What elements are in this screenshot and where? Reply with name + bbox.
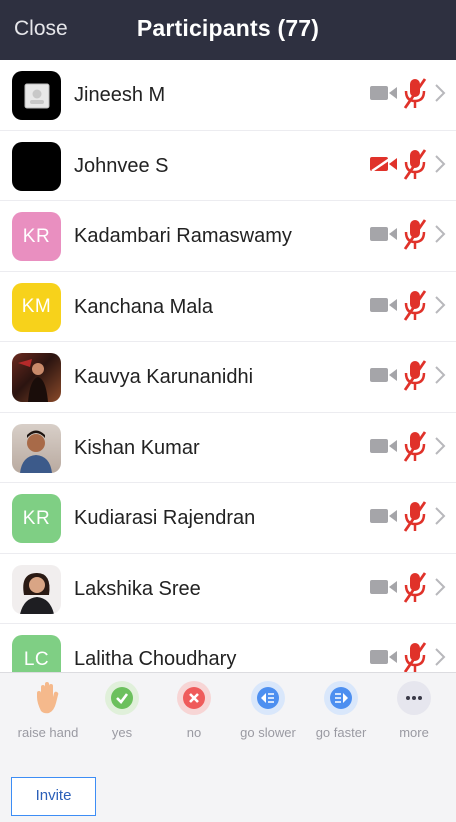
raise-hand-icon-wrap [31, 681, 65, 715]
participant-row[interactable]: LC Lalitha Choudhary [0, 624, 456, 672]
participant-row[interactable]: KR Kudiarasi Rajendran [0, 483, 456, 554]
participant-row[interactable]: Kauvya Karunanidhi [0, 342, 456, 413]
participant-name: Kadambari Ramaswamy [74, 225, 292, 247]
participant-row[interactable]: Jineesh M [0, 60, 456, 131]
video-off-icon[interactable] [370, 579, 398, 595]
participant-row[interactable]: KM Kanchana Mala [0, 272, 456, 342]
mic-muted-icon[interactable] [402, 289, 428, 323]
profile-photo [20, 430, 52, 473]
invite-button[interactable]: Invite [11, 777, 96, 816]
avatar-initials: KR [22, 225, 51, 247]
go-slower-icon [257, 687, 279, 709]
yes-label: yes [111, 725, 133, 740]
raise-hand-icon [37, 682, 59, 714]
raise-hand-label: raise hand [17, 725, 79, 740]
mic-muted-icon[interactable] [402, 359, 428, 393]
profile-photo [18, 359, 48, 402]
video-off-icon[interactable] [370, 85, 398, 101]
no-label: no [186, 725, 202, 740]
participant-name: Lalitha Choudhary [74, 648, 237, 670]
mic-muted-icon[interactable] [402, 148, 428, 182]
avatar [12, 564, 61, 614]
avatar-initials: LC [23, 648, 50, 670]
avatar: KM [12, 282, 61, 332]
more-icon-wrap [397, 681, 431, 715]
participant-name: Kanchana Mala [74, 295, 213, 318]
mic-muted-icon[interactable] [402, 500, 428, 534]
participant-name: Johnvee S [74, 154, 169, 177]
avatar [12, 353, 61, 402]
more-label: more [399, 725, 429, 740]
mic-muted-icon[interactable] [402, 430, 428, 464]
mic-muted-icon[interactable] [402, 571, 428, 605]
chevron-right-icon[interactable] [434, 154, 446, 174]
feedback-toolbar: raise hand yes no go slower go faster mo… [0, 672, 456, 822]
no-button[interactable]: no [158, 681, 230, 740]
check-icon [111, 687, 133, 709]
go-slower-button[interactable]: go slower [232, 681, 304, 740]
go-faster-button[interactable]: go faster [305, 681, 377, 740]
participant-name: Jineesh M [74, 84, 166, 106]
participant-name: Kauvya Karunanidhi [74, 366, 254, 388]
go-slower-icon-wrap [251, 681, 285, 715]
yes-button[interactable]: yes [86, 681, 158, 740]
page-title: Participants (77) [136, 15, 320, 41]
video-off-icon[interactable] [370, 226, 398, 242]
avatar [12, 423, 61, 473]
chevron-right-icon[interactable] [434, 224, 446, 244]
more-icon [406, 696, 422, 700]
mic-muted-icon[interactable] [402, 218, 428, 252]
avatar: KR [12, 494, 61, 543]
participant-row[interactable]: Kishan Kumar [0, 413, 456, 483]
chevron-right-icon[interactable] [434, 506, 446, 526]
avatar: KR [12, 212, 61, 261]
chevron-right-icon[interactable] [434, 577, 446, 597]
go-faster-icon-wrap [324, 681, 358, 715]
video-off-icon[interactable] [370, 649, 398, 665]
raise-hand-button[interactable]: raise hand [12, 681, 84, 740]
go-faster-label: go faster [315, 725, 367, 740]
video-stopped-icon[interactable] [370, 155, 398, 172]
avatar: LC [12, 635, 61, 672]
video-off-icon[interactable] [370, 508, 398, 524]
avatar-initials: KM [21, 296, 52, 317]
mic-muted-icon[interactable] [402, 641, 428, 672]
chevron-right-icon[interactable] [434, 295, 446, 315]
participant-name: Lakshika Sree [74, 577, 201, 600]
image-placeholder-icon [24, 83, 49, 108]
avatar [12, 141, 61, 191]
x-icon [183, 687, 205, 709]
video-off-icon[interactable] [370, 438, 398, 454]
x-icon-wrap [177, 681, 211, 715]
go-faster-icon [330, 687, 352, 709]
mic-muted-icon[interactable] [402, 77, 428, 111]
video-off-icon[interactable] [370, 297, 398, 313]
video-off-icon[interactable] [370, 367, 398, 383]
profile-photo [20, 572, 54, 614]
avatar-initials: KR [22, 507, 51, 529]
chevron-right-icon[interactable] [434, 647, 446, 667]
participant-row[interactable]: Johnvee S [0, 131, 456, 201]
participant-row[interactable]: KR Kadambari Ramaswamy [0, 201, 456, 272]
chevron-right-icon[interactable] [434, 83, 446, 103]
participant-name: Kudiarasi Rajendran [74, 507, 256, 529]
participant-name: Kishan Kumar [74, 436, 200, 459]
participant-list: Jineesh M Johnvee S KR Kadambari Ramaswa… [0, 60, 456, 672]
go-slower-label: go slower [240, 725, 296, 740]
check-icon-wrap [105, 681, 139, 715]
chevron-right-icon[interactable] [434, 436, 446, 456]
top-bar: Close Participants (77) [0, 0, 456, 60]
chevron-right-icon[interactable] [434, 365, 446, 385]
more-button[interactable]: more [378, 681, 450, 740]
participant-row[interactable]: Lakshika Sree [0, 554, 456, 624]
avatar [12, 71, 61, 120]
